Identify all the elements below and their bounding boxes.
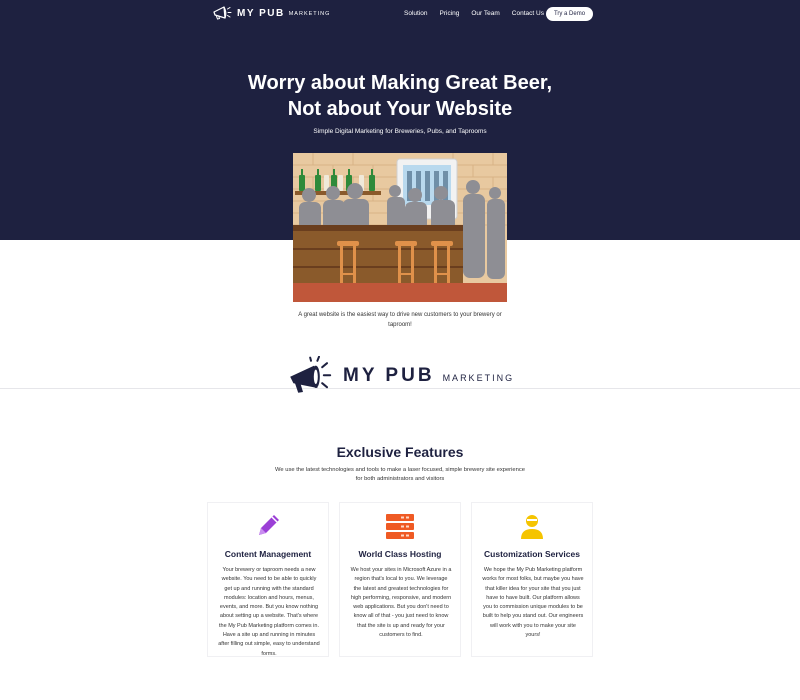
nav-link-solution[interactable]: Solution	[404, 10, 428, 17]
hero-caption: A great website is the easiest way to dr…	[298, 312, 502, 328]
hero-headline-line1: Worry about Making Great Beer,	[247, 72, 553, 94]
feature-body: We hope the My Pub Marketing platform wo…	[482, 567, 584, 639]
nav-link-pricing[interactable]: Pricing	[440, 10, 460, 17]
feature-card-content-management: Content Management Your brewery or tapro…	[207, 502, 329, 657]
nav-link-contact-us[interactable]: Contact Us	[512, 10, 544, 17]
feature-body: We host your sites in Microsoft Azure in…	[350, 567, 452, 639]
feature-card-world-class-hosting: World Class Hosting We host your sites i…	[339, 502, 461, 657]
pencil-icon	[259, 515, 279, 535]
main-logo: MY PUB MARKETING	[287, 356, 514, 396]
feature-card-customization-services: Customization Services We hope the My Pu…	[471, 502, 593, 657]
nav-links: Solution Pricing Our Team Contact Us	[404, 10, 556, 17]
logo-brand: MY PUB	[343, 365, 435, 386]
megaphone-icon	[213, 6, 232, 20]
hero-subheadline: Simple Digital Marketing for Breweries, …	[313, 128, 487, 135]
features-subtitle: We use the latest technologies and tools…	[275, 467, 525, 482]
feature-title: Customization Services	[484, 549, 580, 559]
nav-logo[interactable]: MY PUB MARKETING	[211, 4, 330, 22]
nav-brand: MY PUB	[237, 7, 285, 19]
top-nav: MY PUB MARKETING Solution Pricing Our Te…	[0, 0, 800, 28]
hero-headline-line2: Not about Your Website	[287, 98, 513, 120]
feature-title: World Class Hosting	[358, 549, 442, 559]
server-icon	[386, 514, 414, 539]
try-demo-button[interactable]: Try a Demo	[546, 7, 593, 21]
features-title: Exclusive Features	[336, 444, 464, 460]
nav-link-our-team[interactable]: Our Team	[471, 10, 499, 17]
hero-headline: Worry about Making Great Beer, Not about…	[0, 70, 800, 122]
user-icon	[521, 515, 543, 539]
megaphone-icon	[290, 356, 332, 393]
pub-bar-illustration	[293, 153, 507, 302]
feature-title: Content Management	[224, 549, 312, 559]
feature-body: Your brewery or taproom needs a new webs…	[218, 567, 320, 657]
logo-brand-sub: MARKETING	[442, 373, 515, 383]
nav-brand-sub: MARKETING	[288, 11, 331, 17]
